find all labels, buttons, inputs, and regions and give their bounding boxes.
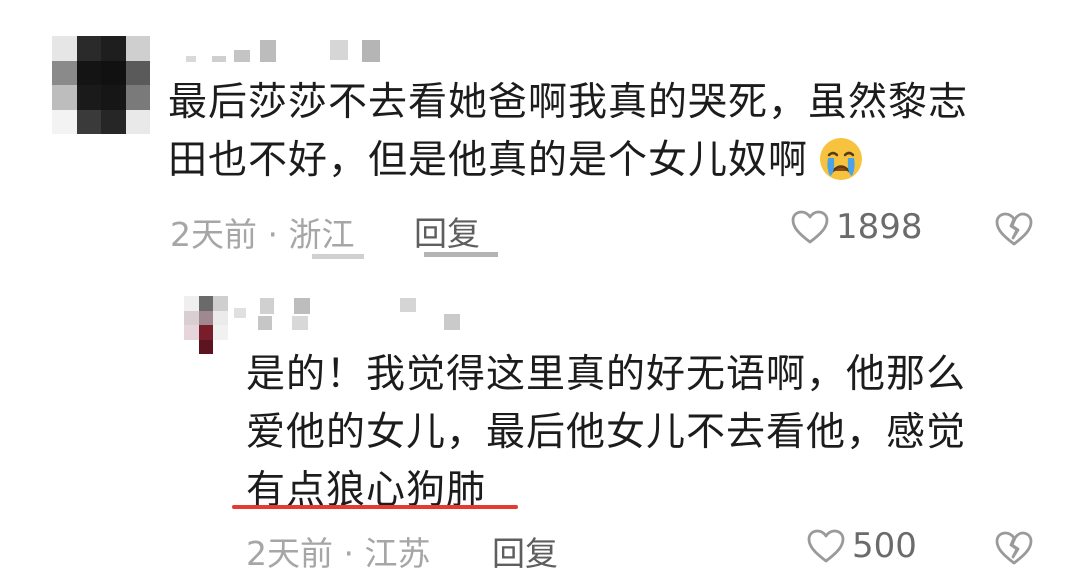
heart-outline-icon <box>807 529 845 563</box>
highlight-underline <box>232 505 518 509</box>
mosaic-strip <box>312 254 364 259</box>
reply-text: 是的！我觉得这里真的好无语啊，他那么 爱他的女儿，最后他女儿不去看他，感觉 有点… <box>246 346 966 520</box>
reply-text-line: 是的！我觉得这里真的好无语啊，他那么 <box>246 352 967 397</box>
comment-meta: 2天前 · 浙江 <box>170 208 355 256</box>
reply-meta: 2天前 · 江苏 <box>246 527 431 575</box>
broken-heart-icon[interactable] <box>994 211 1034 247</box>
username-blurred[interactable] <box>186 40 396 62</box>
like-button[interactable]: 1898 <box>790 207 923 247</box>
avatar[interactable] <box>52 36 150 134</box>
meta-separator: · <box>343 534 355 573</box>
comment-location: 浙江 <box>288 215 355 254</box>
comment-text-segment: 田也不好，但是他真的是个女儿奴啊 <box>168 138 809 183</box>
reply-button[interactable]: 回复 <box>492 527 558 575</box>
comment-time: 2天前 <box>170 215 257 254</box>
avatar[interactable] <box>184 296 228 354</box>
comment-text-line: 最后莎莎不去看她爸啊我真的哭死，虽然黎志 <box>168 80 969 125</box>
comment-time: 2天前 <box>246 534 333 573</box>
like-count: 1898 <box>836 207 923 247</box>
like-count: 500 <box>852 526 917 566</box>
reply-text-line: 有点狼心狗肺 <box>246 468 487 513</box>
heart-outline-icon <box>791 210 829 244</box>
comment-text-line: 田也不好，但是他真的是个女儿奴啊 <box>168 132 968 190</box>
mosaic-strip <box>424 252 498 257</box>
crying-face-icon <box>820 137 863 180</box>
comment-text: 最后莎莎不去看她爸啊我真的哭死，虽然黎志 田也不好，但是他真的是个女儿奴啊 <box>168 74 968 190</box>
reply-button[interactable]: 回复 <box>414 207 480 255</box>
username-blurred[interactable] <box>234 298 474 330</box>
meta-separator: · <box>267 215 279 254</box>
broken-heart-icon[interactable] <box>994 530 1034 566</box>
comment-location: 江苏 <box>364 534 431 573</box>
like-button[interactable]: 500 <box>806 526 917 566</box>
reply-text-line: 爱他的女儿，最后他女儿不去看他，感觉 <box>246 410 967 455</box>
